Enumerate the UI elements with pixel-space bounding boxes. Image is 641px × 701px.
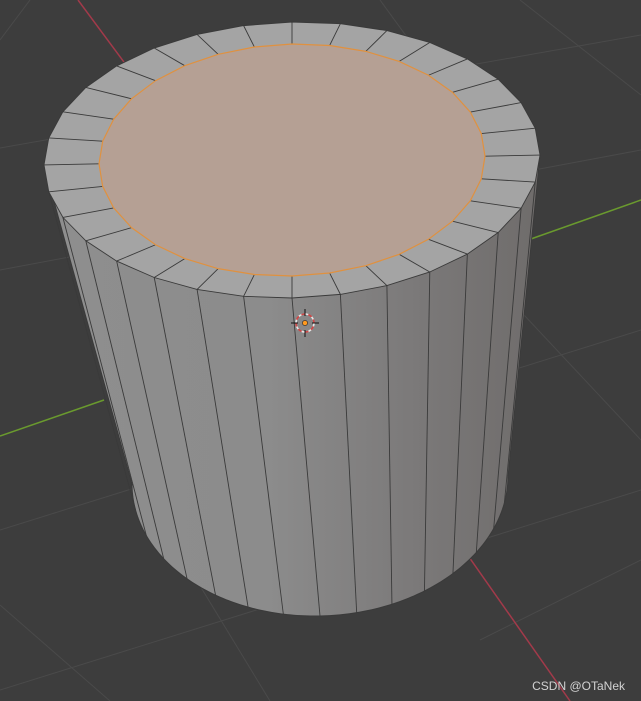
scene-canvas[interactable] xyxy=(0,0,641,701)
y-axis-line xyxy=(0,399,105,437)
cylinder-mesh[interactable] xyxy=(43,21,541,617)
y-axis-line xyxy=(527,199,641,241)
watermark: CSDN @OTaNek xyxy=(532,679,625,693)
3d-viewport[interactable]: CSDN @OTaNek xyxy=(0,0,641,701)
